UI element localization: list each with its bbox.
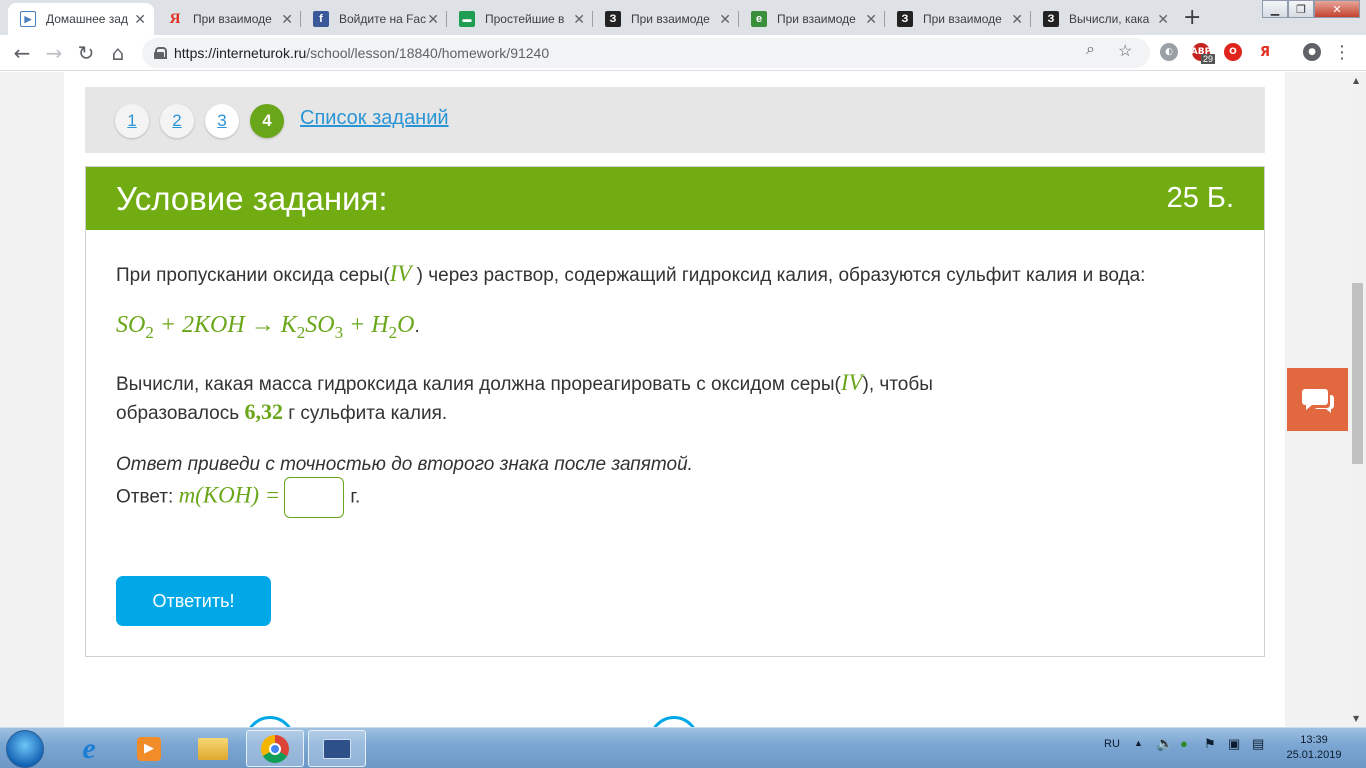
tab-8[interactable]: З Вычисли, кака ✕: [1031, 3, 1177, 35]
task-header: Условие задания: 25 Б.: [86, 167, 1264, 230]
close-tab-icon[interactable]: ✕: [427, 11, 439, 28]
taskbar: e ▶ RU ▲ 🔈 ● ⚑ ▣ ▤ 13:39 25.01.2019: [0, 727, 1366, 768]
url-host: https://interneturok.ru: [174, 45, 307, 61]
pager-item-2[interactable]: 2: [160, 104, 194, 138]
minimize-button[interactable]: ▁: [1262, 0, 1288, 18]
facebook-icon: f: [313, 11, 329, 27]
scroll-up-icon[interactable]: ▲: [1353, 76, 1359, 85]
extension-icon[interactable]: ◐: [1160, 43, 1178, 61]
given-mass: 6,32: [244, 399, 283, 424]
chat-icon: [1301, 388, 1334, 413]
close-tab-icon[interactable]: ✕: [573, 11, 585, 28]
task-list-link[interactable]: Список заданий: [300, 107, 449, 130]
pager-item-3[interactable]: 3: [205, 104, 239, 138]
task-score: 25 Б.: [1166, 182, 1234, 214]
close-tab-icon[interactable]: ✕: [134, 11, 146, 28]
back-icon[interactable]: ←: [10, 41, 34, 65]
next-section-circle: [245, 716, 295, 727]
oxidation-state: IV: [389, 261, 412, 286]
task-paragraph-2: Вычисли, какая масса гидроксида калия до…: [116, 370, 933, 424]
forward-icon[interactable]: →: [42, 41, 66, 65]
task-card: Условие задания: 25 Б. При пропускании о…: [85, 166, 1265, 657]
chat-button[interactable]: [1287, 368, 1348, 431]
book-icon: ▬: [459, 11, 475, 27]
address-bar[interactable]: https://interneturok.ru/school/lesson/18…: [142, 38, 1150, 68]
yandex-icon: Я: [169, 10, 181, 27]
e-icon: e: [751, 11, 767, 27]
precision-hint: Ответ приведи с точностью до второго зна…: [116, 454, 693, 475]
task-title: Условие задания:: [116, 180, 388, 217]
task-paragraph-1: При пропускании оксида серы(IV ) через р…: [116, 261, 1146, 286]
keyboard-icon[interactable]: [308, 730, 366, 767]
ie-icon[interactable]: e: [60, 730, 118, 767]
tab-2[interactable]: Я При взаимоде ✕: [155, 3, 301, 35]
page-viewport: 1 2 3 4 Список заданий Условие задания: …: [0, 72, 1349, 727]
tab-5[interactable]: З При взаимоде ✕: [593, 3, 739, 35]
play-icon: ▶: [20, 11, 36, 27]
yandex-icon[interactable]: Я: [1256, 43, 1274, 61]
system-clock[interactable]: 13:39 25.01.2019: [1283, 733, 1345, 763]
network-icon[interactable]: ▤: [1252, 736, 1264, 752]
scroll-down-icon[interactable]: ▼: [1353, 714, 1359, 723]
tab-3[interactable]: f Войдите на Fac ✕: [301, 3, 447, 35]
answer-unit: г.: [350, 486, 361, 508]
menu-icon[interactable]: ⋮: [1330, 41, 1354, 65]
restore-button[interactable]: ❐: [1288, 0, 1314, 18]
device-icon[interactable]: ▣: [1228, 736, 1240, 752]
close-tab-icon[interactable]: ✕: [719, 11, 731, 28]
answer-formula: m(KOH) =: [178, 482, 281, 508]
new-tab-button[interactable]: +: [1183, 5, 1201, 30]
close-tab-icon[interactable]: ✕: [281, 11, 293, 28]
explorer-icon[interactable]: [184, 730, 242, 767]
pager-item-4[interactable]: 4: [250, 104, 284, 138]
z-icon: З: [605, 11, 621, 27]
reload-icon[interactable]: ↻: [74, 41, 98, 65]
extension-badge: 29: [1201, 54, 1216, 64]
bookmark-star-icon[interactable]: ☆: [1118, 41, 1132, 61]
answer-label: Ответ:: [116, 486, 174, 508]
page-scrollbar[interactable]: ▲ ▼: [1349, 72, 1366, 727]
submit-answer-button[interactable]: Ответить!: [116, 576, 271, 626]
answer-row: Ответ: m(KOH) = г.: [116, 477, 360, 518]
task-pager: 1 2 3 4 Список заданий: [85, 87, 1265, 153]
opera-icon[interactable]: O: [1224, 43, 1242, 61]
home-icon[interactable]: ⌂: [106, 41, 130, 65]
scrollbar-thumb[interactable]: [1352, 283, 1363, 464]
language-indicator[interactable]: RU: [1104, 738, 1120, 750]
browser-toolbar: ← → ↻ ⌂ https://interneturok.ru/school/l…: [0, 35, 1366, 71]
lock-icon: [154, 47, 167, 59]
tab-1[interactable]: ▶ Домашнее зад ✕: [8, 3, 154, 35]
volume-icon[interactable]: 🔈: [1156, 735, 1173, 752]
media-player-icon[interactable]: ▶: [120, 730, 178, 767]
url-path: /school/lesson/18840/homework/91240: [306, 45, 550, 61]
chrome-icon[interactable]: [246, 730, 304, 767]
next-section-circle: [649, 716, 699, 727]
close-tab-icon[interactable]: ✕: [1157, 11, 1169, 28]
z-icon: З: [1043, 11, 1059, 27]
close-window-button[interactable]: ✕: [1314, 0, 1360, 18]
tray-expand-icon[interactable]: ▲: [1134, 738, 1143, 748]
window-controls: ▁ ❐ ✕: [1262, 0, 1360, 18]
tab-4[interactable]: ▬ Простейшие в ✕: [447, 3, 593, 35]
tab-6[interactable]: e При взаимоде ✕: [739, 3, 885, 35]
reaction-equation: SO2 + 2KOH → K2SO3 + H2O.: [116, 312, 420, 342]
z-icon: З: [897, 11, 913, 27]
close-tab-icon[interactable]: ✕: [1011, 11, 1023, 28]
profile-icon[interactable]: ●: [1303, 43, 1321, 61]
page-container: 1 2 3 4 Список заданий Условие задания: …: [64, 72, 1285, 727]
tab-strip: ▶ Домашнее зад ✕ Я При взаимоде ✕ f Войд…: [0, 0, 1366, 35]
pager-item-1[interactable]: 1: [115, 104, 149, 138]
start-button[interactable]: [6, 730, 44, 768]
flag-icon[interactable]: ⚑: [1204, 736, 1216, 752]
answer-input[interactable]: [284, 477, 345, 518]
zoom-icon[interactable]: ⌕: [1086, 41, 1095, 59]
close-tab-icon[interactable]: ✕: [865, 11, 877, 28]
security-icon[interactable]: ●: [1180, 736, 1188, 751]
tab-7[interactable]: З При взаимоде ✕: [885, 3, 1031, 35]
